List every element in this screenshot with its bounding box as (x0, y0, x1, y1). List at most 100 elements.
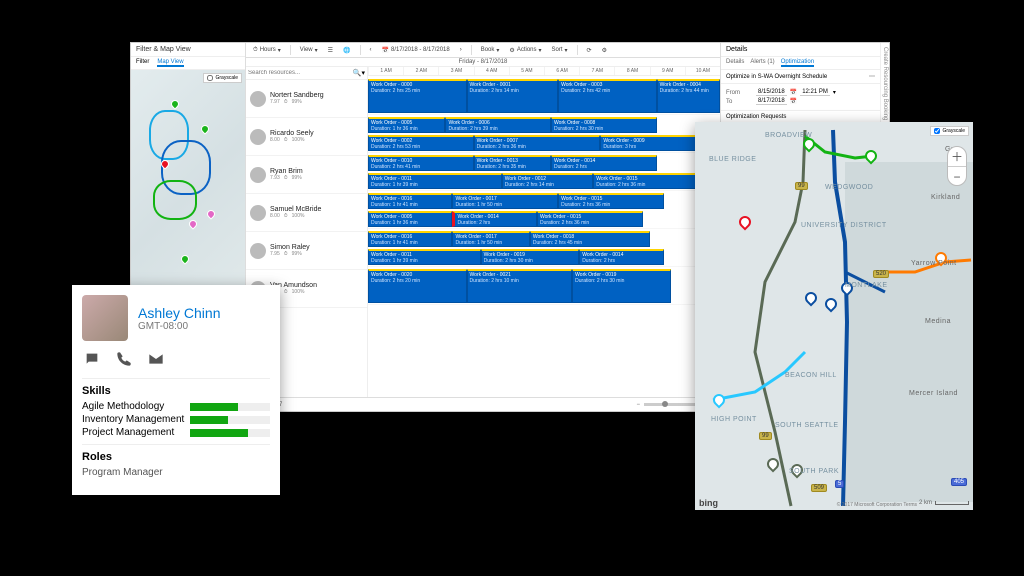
phone-icon[interactable] (116, 351, 132, 370)
work-order-block[interactable]: Work Order - 0009Duration: 3 hrs (600, 135, 706, 151)
map-pin[interactable] (199, 123, 210, 134)
dropdown-icon[interactable]: ▾ (361, 69, 365, 77)
work-order-block[interactable]: Work Order - 0005Duration: 1 hr 36 min (368, 211, 452, 227)
zoom-out-icon[interactable]: − (953, 169, 960, 185)
map-pin[interactable] (169, 98, 180, 109)
work-order-block[interactable]: Work Order - 0014Duration: 2 hrs (551, 155, 657, 171)
details-tabs: Details Alerts (1) Optimization (721, 57, 880, 70)
schedule-toolbar: ⏱ Hours ▾ View ▾ ☰ 🌐 ‹ 📅 8/17/2018 - 8/1… (246, 43, 720, 58)
date-next-icon[interactable]: › (457, 46, 465, 54)
to-date-input[interactable]: 8/17/2018 (756, 98, 787, 105)
resource-row[interactable]: Simon Raley7.95⏱99% (246, 232, 367, 270)
role-value: Program Manager (82, 467, 270, 478)
search-input[interactable] (248, 70, 353, 76)
zoom-control[interactable]: ＋− (947, 146, 967, 186)
resource-search[interactable]: 🔍 ▾ (246, 67, 367, 80)
schedule-lane: Work Order - 0005Duration: 1 hr 36 minWo… (368, 115, 720, 153)
work-order-block[interactable]: Work Order - 0017Duration: 1 hr 50 min (452, 193, 558, 209)
resource-row[interactable]: Samuel McBride8.00⏱100% (246, 194, 367, 232)
tab-filter[interactable]: Filter (136, 59, 149, 67)
work-order-block[interactable]: Work Order - 0013Duration: 2 hrs 35 min (474, 155, 551, 171)
email-icon[interactable] (148, 351, 164, 370)
resource-name: Ryan Brim (270, 168, 303, 175)
tab-details[interactable]: Details (726, 59, 744, 67)
work-order-block[interactable]: Work Order - 0002Duration: 2 hrs 53 min (368, 135, 474, 151)
person-name[interactable]: Ashley Chinn (138, 305, 221, 321)
work-order-block[interactable]: Work Order - 0007Duration: 2 hrs 36 min (474, 135, 601, 151)
work-order-block[interactable]: Work Order - 0011Duration: 1 hr 39 min (368, 173, 502, 189)
avatar (250, 205, 266, 221)
work-order-block[interactable]: Work Order - 0019Duration: 2 hrs 30 min (481, 249, 580, 265)
work-order-block[interactable]: Work Order - 0017Duration: 1 hr 50 min (452, 231, 529, 247)
work-order-block[interactable]: Work Order - 0003Duration: 2 hrs 42 min (558, 79, 657, 113)
skill-row: Agile Methodology (82, 401, 270, 412)
list-view-icon[interactable]: ☰ (325, 46, 336, 55)
map-scale: 2 km (919, 500, 969, 506)
resource-name: Samuel McBride (270, 206, 321, 213)
schedule-grid[interactable]: 1 AM2 AM3 AM4 AM5 AM6 AM7 AM8 AM9 AM10 A… (368, 67, 720, 397)
zoom-out-icon[interactable]: − (636, 402, 640, 408)
tab-alerts[interactable]: Alerts (1) (750, 59, 774, 67)
work-order-block[interactable]: Work Order - 0011Duration: 1 hr 39 min (368, 249, 481, 265)
book-dropdown[interactable]: Book ▾ (478, 46, 503, 55)
schedule-footer: 1 - 17 of 17 − ＋ (246, 397, 720, 411)
work-order-block[interactable]: Work Order - 0010Duration: 2 hrs 41 min (368, 155, 474, 171)
map-view-icon[interactable]: 🌐 (340, 46, 353, 55)
work-order-block[interactable]: Work Order - 0015Duration: 2 hrs 36 min (537, 211, 643, 227)
grayscale-toggle[interactable]: Grayscale (930, 126, 969, 136)
resource-row[interactable]: Nortert Sandberg7.97⏱99% (246, 80, 367, 118)
work-order-block[interactable]: Work Order - 0016Duration: 1 hr 41 min (368, 231, 452, 247)
resource-row[interactable]: Ricardo Seely8.00⏱100% (246, 118, 367, 156)
work-order-block[interactable]: Work Order - 0016Duration: 1 hr 41 min (368, 193, 452, 209)
map-pin[interactable] (179, 253, 190, 264)
work-order-block[interactable]: Work Order - 0015Duration: 2 hrs 36 min (593, 173, 706, 189)
grayscale-toggle-mini[interactable]: Grayscale (203, 73, 242, 83)
work-order-block[interactable]: Work Order - 0018Duration: 2 hrs 45 min (530, 231, 650, 247)
from-time-input[interactable]: 12:21 PM (800, 89, 830, 96)
resource-row[interactable]: Ryan Brim7.93⏱99% (246, 156, 367, 194)
work-order-block[interactable]: Work Order - 0005Duration: 1 hr 36 min (368, 117, 445, 133)
search-icon[interactable]: 🔍 (353, 69, 362, 77)
work-order-block[interactable]: Work Order - 0019Duration: 2 hrs 30 min (572, 269, 671, 303)
settings-icon[interactable]: ⚙ (599, 46, 610, 55)
filter-panel-title: Filter & Map View (131, 43, 245, 57)
map-pin[interactable] (205, 208, 216, 219)
refresh-icon[interactable]: ⟳ (584, 46, 595, 55)
work-order-block[interactable]: Work Order - 0000Duration: 2 hrs 25 min (368, 79, 467, 113)
sort-dropdown[interactable]: Sort ▾ (549, 46, 571, 55)
skill-row: Project Management (82, 427, 270, 438)
resource-name: Nortert Sandberg (270, 92, 324, 99)
schedule-lane: Work Order - 0000Duration: 2 hrs 25 minW… (368, 77, 720, 115)
avatar (250, 167, 266, 183)
schedule-lane: Work Order - 0016Duration: 1 hr 41 minWo… (368, 229, 720, 267)
chat-icon[interactable] (84, 351, 100, 370)
from-date-input[interactable]: 8/15/2018 (756, 89, 787, 96)
actions-dropdown[interactable]: ⚙ Actions ▾ (506, 46, 544, 55)
work-order-block[interactable]: Work Order - 0020Duration: 2 hrs 20 min (368, 269, 467, 303)
route-map[interactable]: BROADVIEW BLUE RIDGE WEDGWOOD UNIVERSITY… (695, 122, 973, 510)
run-icon[interactable]: ⋯ (869, 73, 875, 80)
work-order-block[interactable]: Work Order - 0004Duration: 2 hrs 44 min (657, 79, 720, 113)
person-timezone: GMT-08:00 (138, 321, 221, 332)
work-order-block[interactable]: Work Order - 0015Duration: 2 hrs 36 min (558, 193, 664, 209)
schedule-lane: Work Order - 0020Duration: 2 hrs 20 minW… (368, 267, 720, 305)
hours-dropdown[interactable]: ⏱ Hours ▾ (250, 46, 284, 55)
zoom-in-icon[interactable]: ＋ (951, 147, 963, 166)
work-order-block[interactable]: Work Order - 0021Duration: 2 hrs 10 min (467, 269, 573, 303)
work-order-block[interactable]: Work Order - 0006Duration: 2 hrs 39 min (445, 117, 551, 133)
tab-optimization[interactable]: Optimization (781, 59, 814, 67)
schedule-lane: Work Order - 0016Duration: 1 hr 41 minWo… (368, 191, 720, 229)
view-dropdown[interactable]: View ▾ (297, 46, 321, 55)
work-order-block[interactable]: Work Order - 0012Duration: 2 hrs 14 min (502, 173, 594, 189)
work-order-block[interactable]: Work Order - 0014Duration: 2 hrs (579, 249, 663, 265)
date-prev-icon[interactable]: ‹ (367, 46, 375, 54)
avatar (250, 243, 266, 259)
tab-map-view[interactable]: Map View (157, 59, 183, 67)
calendar-icon[interactable]: 📅 8/17/2018 - 8/17/2018 (379, 46, 453, 55)
work-order-block[interactable]: Work Order - 0014Duration: 2 hrs (452, 211, 536, 227)
map-pin[interactable] (187, 218, 198, 229)
work-order-block[interactable]: Work Order - 0008Duration: 2 hrs 30 min (551, 117, 657, 133)
avatar (250, 91, 266, 107)
bing-logo: bing (699, 498, 718, 508)
work-order-block[interactable]: Work Order - 0001Duration: 2 hrs 14 min (467, 79, 559, 113)
